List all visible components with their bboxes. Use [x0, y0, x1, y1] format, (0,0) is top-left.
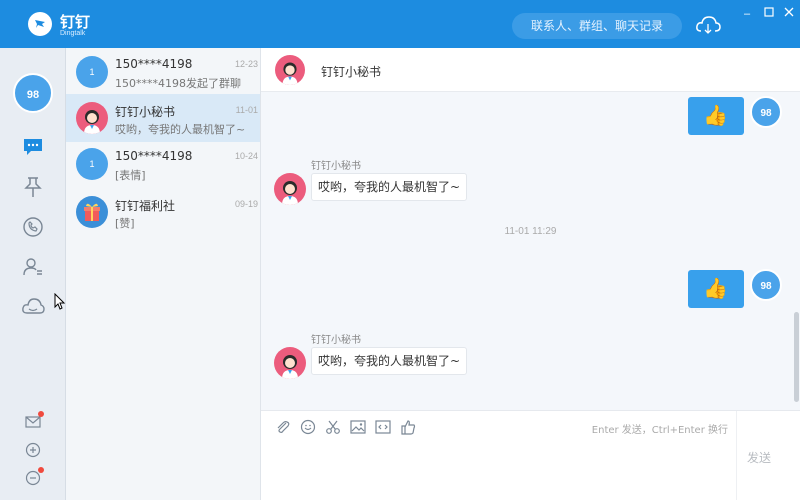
- dingtalk-logo-icon: [28, 12, 52, 36]
- conversation-item[interactable]: 1 150****4198 10-24 [表情]: [66, 140, 260, 188]
- conversation-preview: [赞]: [115, 217, 135, 230]
- thumbs-up-emoji: 👍: [703, 278, 728, 300]
- close-button[interactable]: [782, 7, 796, 21]
- contacts-icon[interactable]: [21, 256, 45, 278]
- ding-pin-icon[interactable]: [21, 176, 45, 198]
- conversation-avatar: 1: [76, 148, 108, 180]
- notification-dot: [38, 411, 44, 417]
- message-list: 👍 98 钉钉小秘书 哎哟，夸我的人最机智了~ 11-01 11:29 👍 98…: [261, 92, 800, 410]
- add-icon[interactable]: [25, 442, 41, 458]
- app-subtitle: Dingtalk: [60, 30, 86, 37]
- message-bubble-self[interactable]: 👍: [688, 270, 744, 308]
- conversation-avatar: 1: [76, 56, 108, 88]
- search-input[interactable]: 联系人、群组、聊天记录: [512, 13, 682, 39]
- conversation-item-selected[interactable]: 钉钉小秘书 11-01 哎哟，夸我的人最机智了~: [66, 94, 260, 142]
- sender-name: 钉钉小秘书: [311, 335, 361, 346]
- send-button[interactable]: 发送: [747, 449, 771, 466]
- conversation-preview: 哎哟，夸我的人最机智了~: [115, 123, 246, 136]
- messages-icon[interactable]: [21, 136, 45, 158]
- chat-title[interactable]: 钉钉小秘书: [321, 63, 381, 80]
- conversation-list: 1 150****4198 12-23 150****4198发起了群聊 钉钉小…: [66, 48, 261, 500]
- assistant-avatar-icon[interactable]: [274, 173, 306, 205]
- conversation-item[interactable]: 1 150****4198 12-23 150****4198发起了群聊: [66, 48, 260, 96]
- conversation-preview: 150****4198发起了群聊: [115, 77, 241, 90]
- time-separator: 11-01 11:29: [504, 226, 557, 237]
- assistant-avatar-icon: [76, 102, 108, 134]
- app-name: 钉钉: [60, 13, 91, 31]
- conversation-name: 150****4198: [115, 57, 193, 71]
- code-snippet-icon[interactable]: [375, 419, 391, 435]
- chat-panel: 钉钉小秘书 👍 98 钉钉小秘书 哎哟，夸我的人最机智了~ 11-01 11:2…: [261, 48, 800, 500]
- conversation-item[interactable]: 钉钉福利社 09-19 [赞]: [66, 188, 260, 236]
- message-bubble-received[interactable]: 哎哟，夸我的人最机智了~: [311, 173, 468, 201]
- composer: Enter 发送，Ctrl+Enter 换行 发送: [261, 410, 800, 500]
- left-rail: 98: [0, 48, 66, 500]
- phone-icon[interactable]: [21, 216, 45, 238]
- message-bubble-received[interactable]: 哎哟，夸我的人最机智了~: [311, 347, 468, 375]
- message-scrollbar[interactable]: [794, 312, 799, 402]
- thumbs-up-icon[interactable]: [400, 419, 416, 435]
- conversation-name: 150****4198: [115, 149, 193, 163]
- attachment-icon[interactable]: [275, 419, 291, 435]
- minimize-button[interactable]: –: [740, 7, 754, 21]
- user-avatar[interactable]: 98: [13, 73, 53, 113]
- message-bubble-self[interactable]: 👍: [688, 97, 744, 135]
- maximize-button[interactable]: [762, 7, 776, 21]
- scissors-icon[interactable]: [325, 419, 341, 435]
- emoji-icon[interactable]: [300, 419, 316, 435]
- notification-dot: [38, 467, 44, 473]
- conversation-name: 钉钉小秘书: [115, 105, 176, 119]
- send-area: 发送: [736, 411, 800, 500]
- conversation-preview: [表情]: [115, 169, 146, 182]
- self-avatar[interactable]: 98: [750, 96, 782, 128]
- gift-avatar-icon: [76, 196, 108, 228]
- cloud-disk-icon[interactable]: [21, 296, 45, 318]
- mail-icon[interactable]: [25, 411, 44, 430]
- assistant-avatar-icon[interactable]: [275, 55, 305, 85]
- chat-header: 钉钉小秘书: [261, 48, 800, 92]
- sender-name: 钉钉小秘书: [311, 161, 361, 172]
- assistant-avatar-icon[interactable]: [274, 347, 306, 379]
- conversation-time: 10-24: [234, 151, 258, 161]
- more-icon[interactable]: [25, 467, 44, 486]
- mouse-cursor-icon: [54, 292, 66, 314]
- cloud-sync-icon[interactable]: [695, 14, 721, 36]
- conversation-name: 钉钉福利社: [115, 199, 176, 213]
- conversation-time: 09-19: [234, 199, 258, 209]
- self-avatar[interactable]: 98: [750, 269, 782, 301]
- title-bar: 钉钉 Dingtalk 联系人、群组、聊天记录 –: [0, 0, 800, 48]
- conversation-time: 11-01: [235, 105, 258, 115]
- thumbs-up-emoji: 👍: [703, 105, 728, 127]
- conversation-time: 12-23: [234, 59, 258, 69]
- send-hint: Enter 发送，Ctrl+Enter 换行: [591, 425, 728, 436]
- image-icon[interactable]: [350, 419, 366, 435]
